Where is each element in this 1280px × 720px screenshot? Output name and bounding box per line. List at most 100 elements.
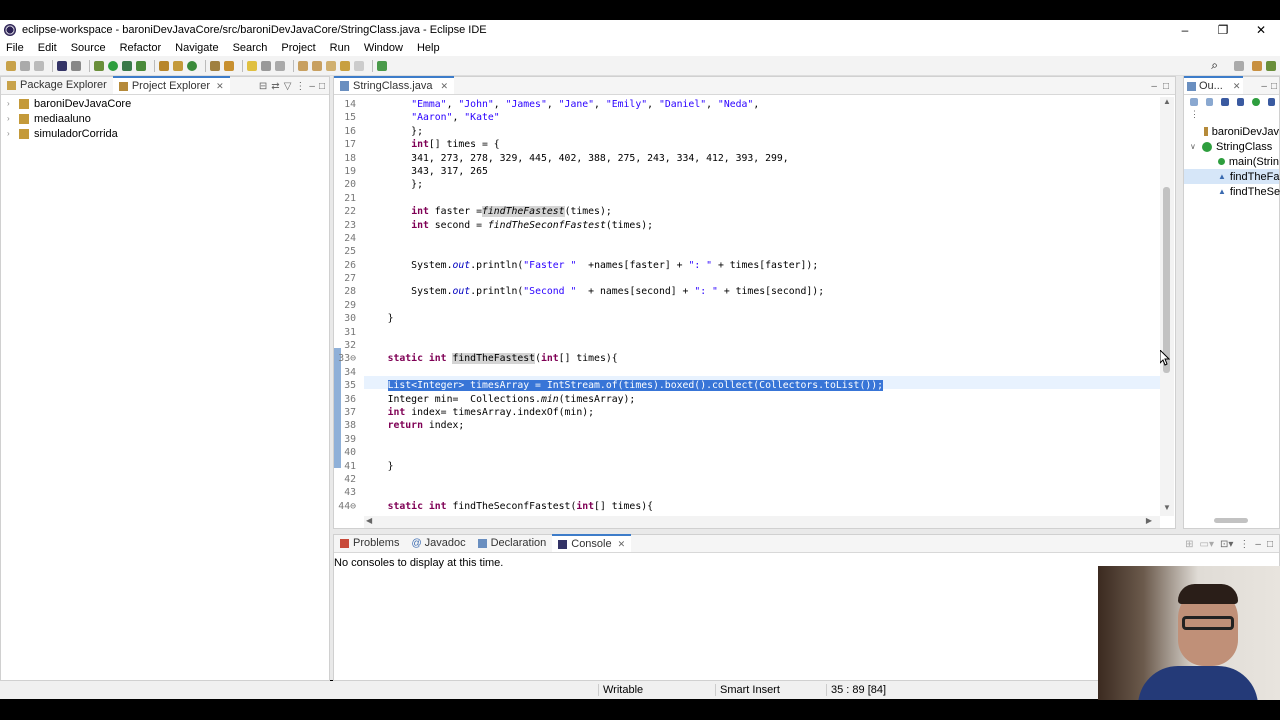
menu-edit[interactable]: Edit — [38, 42, 57, 54]
menu-file[interactable]: File — [6, 42, 24, 54]
code-area[interactable]: 14 "Emma", "John", "James", "Jane", "Emi… — [334, 97, 1160, 516]
maximize-view-icon[interactable]: □ — [1267, 539, 1273, 550]
coverage-icon[interactable] — [122, 60, 132, 71]
code-line[interactable]: 39 — [334, 433, 1160, 446]
chevron-right-icon[interactable]: › — [7, 114, 19, 123]
menu-navigate[interactable]: Navigate — [175, 42, 218, 54]
tab-javadoc[interactable]: @ Javadoc — [405, 534, 471, 552]
next-annotation-icon[interactable] — [298, 60, 308, 71]
last-edit-icon[interactable] — [326, 60, 336, 71]
scroll-left-arrow-icon[interactable]: ◀ — [366, 516, 372, 525]
code-line[interactable]: 17 int[] times = { — [334, 138, 1160, 151]
maximize-view-icon[interactable]: □ — [1271, 81, 1277, 92]
close-icon[interactable]: ✕ — [440, 81, 448, 92]
code-line[interactable]: 33⊖ static int findTheFastest(int[] time… — [334, 352, 1160, 365]
skip-breakpoints-icon[interactable] — [71, 60, 81, 71]
show-whitespace-icon[interactable] — [275, 60, 285, 71]
view-menu-icon[interactable]: ⋮ — [295, 81, 305, 92]
outline-horizontal-scrollbar[interactable] — [1214, 518, 1248, 523]
chevron-down-icon[interactable]: ∨ — [1190, 142, 1202, 151]
hide-fields-icon[interactable] — [1221, 98, 1229, 106]
outline-item-package[interactable]: baroniDevJav — [1184, 124, 1279, 139]
pin-editor-icon[interactable] — [377, 60, 387, 71]
menu-window[interactable]: Window — [364, 42, 403, 54]
collapse-all-icon[interactable]: ⊟ — [259, 81, 267, 92]
chevron-right-icon[interactable]: › — [7, 129, 19, 138]
code-line[interactable]: 37 int index= timesArray.indexOf(min); — [334, 406, 1160, 419]
display-console-icon[interactable]: ▭▾ — [1200, 539, 1214, 550]
code-line[interactable]: 35 List<Integer> timesArray = IntStream.… — [334, 379, 1160, 392]
save-icon[interactable] — [20, 60, 30, 71]
hide-local-types-icon[interactable] — [1267, 98, 1275, 106]
run-icon[interactable] — [108, 60, 118, 71]
tree-item-project[interactable]: › simuladorCorrida — [1, 126, 329, 141]
filter-icon[interactable]: ▽ — [284, 81, 292, 92]
scroll-up-arrow-icon[interactable]: ▲ — [1163, 97, 1171, 106]
code-line[interactable]: 36 Integer min= Collections.min(timesArr… — [334, 393, 1160, 406]
scrollbar-thumb[interactable] — [1163, 187, 1170, 373]
outline-item-class[interactable]: ∨ StringClass — [1184, 139, 1279, 154]
code-line[interactable]: 42 — [334, 473, 1160, 486]
code-line[interactable]: 41 } — [334, 460, 1160, 473]
code-line[interactable]: 31 — [334, 326, 1160, 339]
outline-item-method[interactable]: ▲ findTheSec — [1184, 184, 1280, 199]
code-line[interactable]: 30 } — [334, 312, 1160, 325]
save-all-icon[interactable] — [34, 60, 44, 71]
code-line[interactable]: 28 System.out.println("Second " + names[… — [334, 285, 1160, 298]
restore-button[interactable]: ❐ — [1204, 23, 1242, 37]
collapse-all-icon[interactable] — [1190, 98, 1198, 106]
tab-declaration[interactable]: Declaration — [472, 534, 553, 552]
close-icon[interactable]: ✕ — [216, 81, 224, 92]
menu-refactor[interactable]: Refactor — [120, 42, 162, 54]
new-java-project-icon[interactable] — [159, 60, 169, 71]
scroll-right-arrow-icon[interactable]: ▶ — [1146, 516, 1152, 525]
hide-static-icon[interactable] — [1236, 98, 1244, 106]
code-line[interactable]: 22 int faster =findTheFastest(times); — [334, 205, 1160, 218]
tab-string-class-java[interactable]: StringClass.java ✕ — [334, 76, 455, 94]
search-icon[interactable] — [224, 60, 234, 71]
tab-package-explorer[interactable]: Package Explorer — [1, 76, 113, 94]
code-line[interactable]: 26 System.out.println("Faster " +names[f… — [334, 259, 1160, 272]
minimize-view-icon[interactable]: – — [1261, 81, 1267, 92]
code-line[interactable]: 40 — [334, 446, 1160, 459]
tab-outline[interactable]: Ou... ✕ — [1184, 76, 1244, 94]
code-line[interactable]: 44⊖ static int findTheSeconfFastest(int[… — [334, 500, 1160, 513]
code-line[interactable]: 43 — [334, 486, 1160, 499]
outline-view-menu-icon[interactable]: ⋮ — [1184, 109, 1279, 121]
previous-annotation-icon[interactable] — [312, 60, 322, 71]
sort-icon[interactable] — [1205, 98, 1213, 106]
code-line[interactable]: 15 "Aaron", "Kate" — [334, 111, 1160, 124]
link-editor-icon[interactable]: ⇄ — [271, 81, 279, 92]
java-perspective-icon[interactable] — [1252, 60, 1262, 71]
pin-console-icon[interactable]: ⊞ — [1185, 539, 1193, 550]
hide-non-public-icon[interactable] — [1252, 98, 1260, 106]
menu-search[interactable]: Search — [233, 42, 268, 54]
new-package-icon[interactable] — [173, 60, 183, 71]
search-icon[interactable]: ⌕ — [1211, 58, 1218, 73]
close-button[interactable]: ✕ — [1242, 23, 1280, 37]
back-icon[interactable] — [340, 60, 350, 71]
code-line[interactable]: 32 — [334, 339, 1160, 352]
code-line[interactable]: 25 — [334, 245, 1160, 258]
code-line[interactable]: 20 }; — [334, 178, 1160, 191]
outline-item-method-selected[interactable]: ▲ findTheFas — [1184, 169, 1280, 184]
maximize-view-icon[interactable]: □ — [1163, 81, 1169, 92]
external-tools-icon[interactable] — [136, 60, 146, 71]
vertical-scrollbar[interactable]: ▲ ▼ — [1160, 97, 1174, 516]
open-perspective-icon[interactable] — [1234, 60, 1244, 71]
close-icon[interactable]: ✕ — [1233, 81, 1241, 92]
code-line[interactable]: 18 341, 273, 278, 329, 445, 402, 388, 27… — [334, 152, 1160, 165]
toggle-block-selection-icon[interactable] — [261, 60, 271, 71]
new-icon[interactable] — [6, 60, 16, 71]
code-line[interactable]: 16 }; — [334, 125, 1160, 138]
menu-project[interactable]: Project — [281, 42, 315, 54]
menu-source[interactable]: Source — [71, 42, 106, 54]
outline-item-method[interactable]: main(Strin — [1184, 154, 1279, 169]
tab-problems[interactable]: Problems — [334, 534, 405, 552]
new-class-icon[interactable] — [187, 60, 197, 71]
chevron-right-icon[interactable]: › — [7, 99, 19, 108]
tree-item-project[interactable]: › mediaaluno — [1, 111, 329, 126]
code-line[interactable]: 27 — [334, 272, 1160, 285]
close-icon[interactable]: ✕ — [618, 539, 626, 550]
tab-project-explorer[interactable]: Project Explorer ✕ — [112, 76, 230, 94]
